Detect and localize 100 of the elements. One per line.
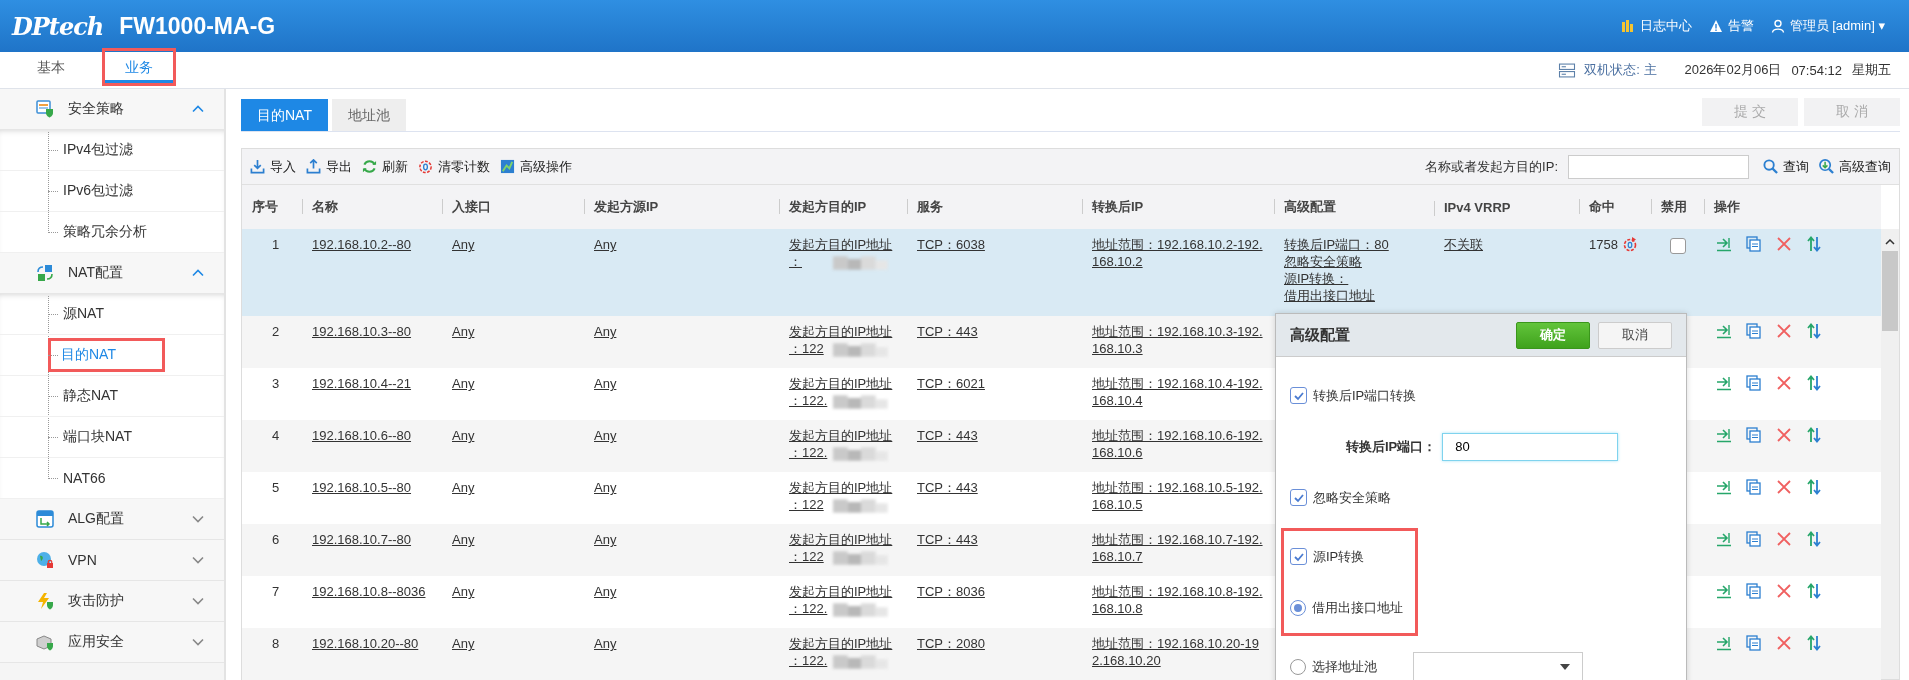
alarm-link[interactable]: 告警 <box>1727 17 1754 35</box>
scrollbar-thumb[interactable] <box>1882 251 1898 331</box>
module-tab[interactable]: 业务 <box>102 48 176 86</box>
copy-icon[interactable] <box>1746 583 1762 599</box>
interface-link[interactable]: Any <box>452 480 475 495</box>
service-link[interactable]: TCP：443 <box>917 480 978 495</box>
move-arrows-icon[interactable] <box>1806 635 1822 651</box>
destination-ip-link[interactable]: 发起方目的IP地址 ：122 <box>789 531 893 565</box>
delete-icon[interactable] <box>1776 531 1792 547</box>
search-field[interactable] <box>1568 154 1749 179</box>
insert-arrow-icon[interactable] <box>1716 236 1732 252</box>
move-arrows-icon[interactable] <box>1806 427 1822 443</box>
source-ip-link[interactable]: Any <box>594 532 617 547</box>
warning-icon[interactable] <box>1708 19 1723 33</box>
insert-arrow-icon[interactable] <box>1716 635 1732 651</box>
disable-checkbox[interactable] <box>1669 238 1686 254</box>
interface-link[interactable]: Any <box>452 324 475 339</box>
service-link[interactable]: TCP：8036 <box>917 584 985 599</box>
toolbar-button[interactable]: 刷新 <box>362 157 408 176</box>
collapse-chevron-icon[interactable] <box>192 105 204 113</box>
source-ip-link[interactable]: Any <box>594 428 617 443</box>
insert-arrow-icon[interactable] <box>1716 531 1732 547</box>
menu-item[interactable]: NAT66 <box>50 462 119 494</box>
rule-name-link[interactable]: 192.168.10.5--80 <box>312 480 412 495</box>
expand-chevron-icon[interactable] <box>192 597 204 605</box>
destination-ip-link[interactable]: 发起方目的IP地址 ：122. <box>789 635 893 669</box>
copy-icon[interactable] <box>1746 236 1762 252</box>
interface-link[interactable]: Any <box>452 584 475 599</box>
collapse-chevron-icon[interactable] <box>192 269 204 277</box>
translated-ip-link[interactable]: 地址范围：192.168.10.5-192. 168.10.5 <box>1092 479 1263 513</box>
reset-counter-icon[interactable] <box>1621 236 1638 252</box>
user-menu[interactable]: 管理员 [admin] ▾ <box>1789 17 1885 35</box>
service-link[interactable]: TCP：2080 <box>917 636 985 651</box>
interface-link[interactable]: Any <box>452 376 475 391</box>
menu-item[interactable]: IPv6包过滤 <box>50 174 146 208</box>
delete-icon[interactable] <box>1776 635 1792 651</box>
move-arrows-icon[interactable] <box>1806 236 1822 252</box>
copy-icon[interactable] <box>1746 375 1762 391</box>
expand-chevron-icon[interactable] <box>192 638 204 646</box>
copy-icon[interactable] <box>1746 531 1762 547</box>
search-button[interactable]: 高级查询 <box>1819 157 1891 176</box>
checkbox[interactable] <box>1290 387 1307 404</box>
service-link[interactable]: TCP：6021 <box>917 376 985 391</box>
rule-name-link[interactable]: 192.168.10.6--80 <box>312 428 412 443</box>
delete-icon[interactable] <box>1776 427 1792 443</box>
destination-ip-link[interactable]: 发起方目的IP地址 ： <box>789 236 893 270</box>
menu-item[interactable]: 静态NAT <box>50 379 131 413</box>
vrrp-link[interactable]: 不关联 <box>1444 237 1483 252</box>
source-ip-link[interactable]: Any <box>594 584 617 599</box>
rule-name-link[interactable]: 192.168.10.7--80 <box>312 532 412 547</box>
move-arrows-icon[interactable] <box>1806 323 1822 339</box>
rule-name-link[interactable]: 192.168.10.3--80 <box>312 324 412 339</box>
source-ip-link[interactable]: Any <box>594 480 617 495</box>
user-icon[interactable] <box>1770 19 1785 33</box>
toolbar-button[interactable]: 清零计数 <box>418 157 490 176</box>
source-ip-link[interactable]: Any <box>594 237 617 252</box>
source-ip-link[interactable]: Any <box>594 324 617 339</box>
insert-arrow-icon[interactable] <box>1716 427 1732 443</box>
move-arrows-icon[interactable] <box>1806 531 1822 547</box>
delete-icon[interactable] <box>1776 375 1792 391</box>
rule-name-link[interactable]: 192.168.10.4--21 <box>312 376 412 391</box>
interface-link[interactable]: Any <box>452 636 475 651</box>
service-link[interactable]: TCP：443 <box>917 324 978 339</box>
bar-chart-icon[interactable] <box>1620 19 1635 33</box>
radio-button[interactable] <box>1290 658 1306 675</box>
move-arrows-icon[interactable] <box>1806 479 1822 495</box>
destination-ip-link[interactable]: 发起方目的IP地址 ：122. <box>789 375 893 409</box>
toolbar-button[interactable]: 导入 <box>250 157 296 176</box>
search-button[interactable]: 查询 <box>1763 157 1809 176</box>
delete-icon[interactable] <box>1776 236 1792 252</box>
toolbar-button[interactable]: 导出 <box>306 157 352 176</box>
destination-ip-link[interactable]: 发起方目的IP地址 ：122. <box>789 583 893 617</box>
service-link[interactable]: TCP：6038 <box>917 237 985 252</box>
menu-item[interactable]: 源NAT <box>50 297 117 331</box>
copy-icon[interactable] <box>1746 479 1762 495</box>
move-arrows-icon[interactable] <box>1806 583 1822 599</box>
content-tab[interactable]: 目的NAT <box>241 99 328 131</box>
toolbar-button[interactable]: 高级操作 <box>500 157 572 176</box>
translated-ip-link[interactable]: 地址范围：192.168.10.20-19 2.168.10.20 <box>1092 635 1259 669</box>
translated-ip-link[interactable]: 地址范围：192.168.10.6-192. 168.10.6 <box>1092 427 1263 461</box>
table-row[interactable]: 1 192.168.10.2--80 Any Any 发起方目的IP地址 ： TCP：6038 地址范围：192.168.10.2-192. 168.10.2 转换后IP端口：80 忽略安全策略 源IP转换： 借用出接口地址 不关联 1758 <box>242 229 1881 316</box>
insert-arrow-icon[interactable] <box>1716 479 1732 495</box>
copy-icon[interactable] <box>1746 323 1762 339</box>
module-tab[interactable]: 基本 <box>14 48 88 86</box>
advanced-config-link[interactable]: 转换后IP端口：80 忽略安全策略 源IP转换： 借用出接口地址 <box>1284 236 1389 304</box>
scroll-up-icon[interactable] <box>1885 239 1895 245</box>
translated-ip-link[interactable]: 地址范围：192.168.10.3-192. 168.10.3 <box>1092 323 1263 357</box>
insert-arrow-icon[interactable] <box>1716 583 1732 599</box>
source-ip-link[interactable]: Any <box>594 636 617 651</box>
menu-item[interactable]: 端口块NAT <box>50 420 145 454</box>
destination-ip-link[interactable]: 发起方目的IP地址 ：122. <box>789 427 893 461</box>
checkbox[interactable] <box>1290 489 1307 506</box>
checkbox[interactable] <box>1290 548 1307 565</box>
menu-item[interactable]: IPv4包过滤 <box>50 133 146 167</box>
translated-ip-link[interactable]: 地址范围：192.168.10.7-192. 168.10.7 <box>1092 531 1263 565</box>
menu-item[interactable]: 策略冗余分析 <box>50 215 160 249</box>
delete-icon[interactable] <box>1776 479 1792 495</box>
interface-link[interactable]: Any <box>452 428 475 443</box>
interface-link[interactable]: Any <box>452 532 475 547</box>
move-arrows-icon[interactable] <box>1806 375 1822 391</box>
